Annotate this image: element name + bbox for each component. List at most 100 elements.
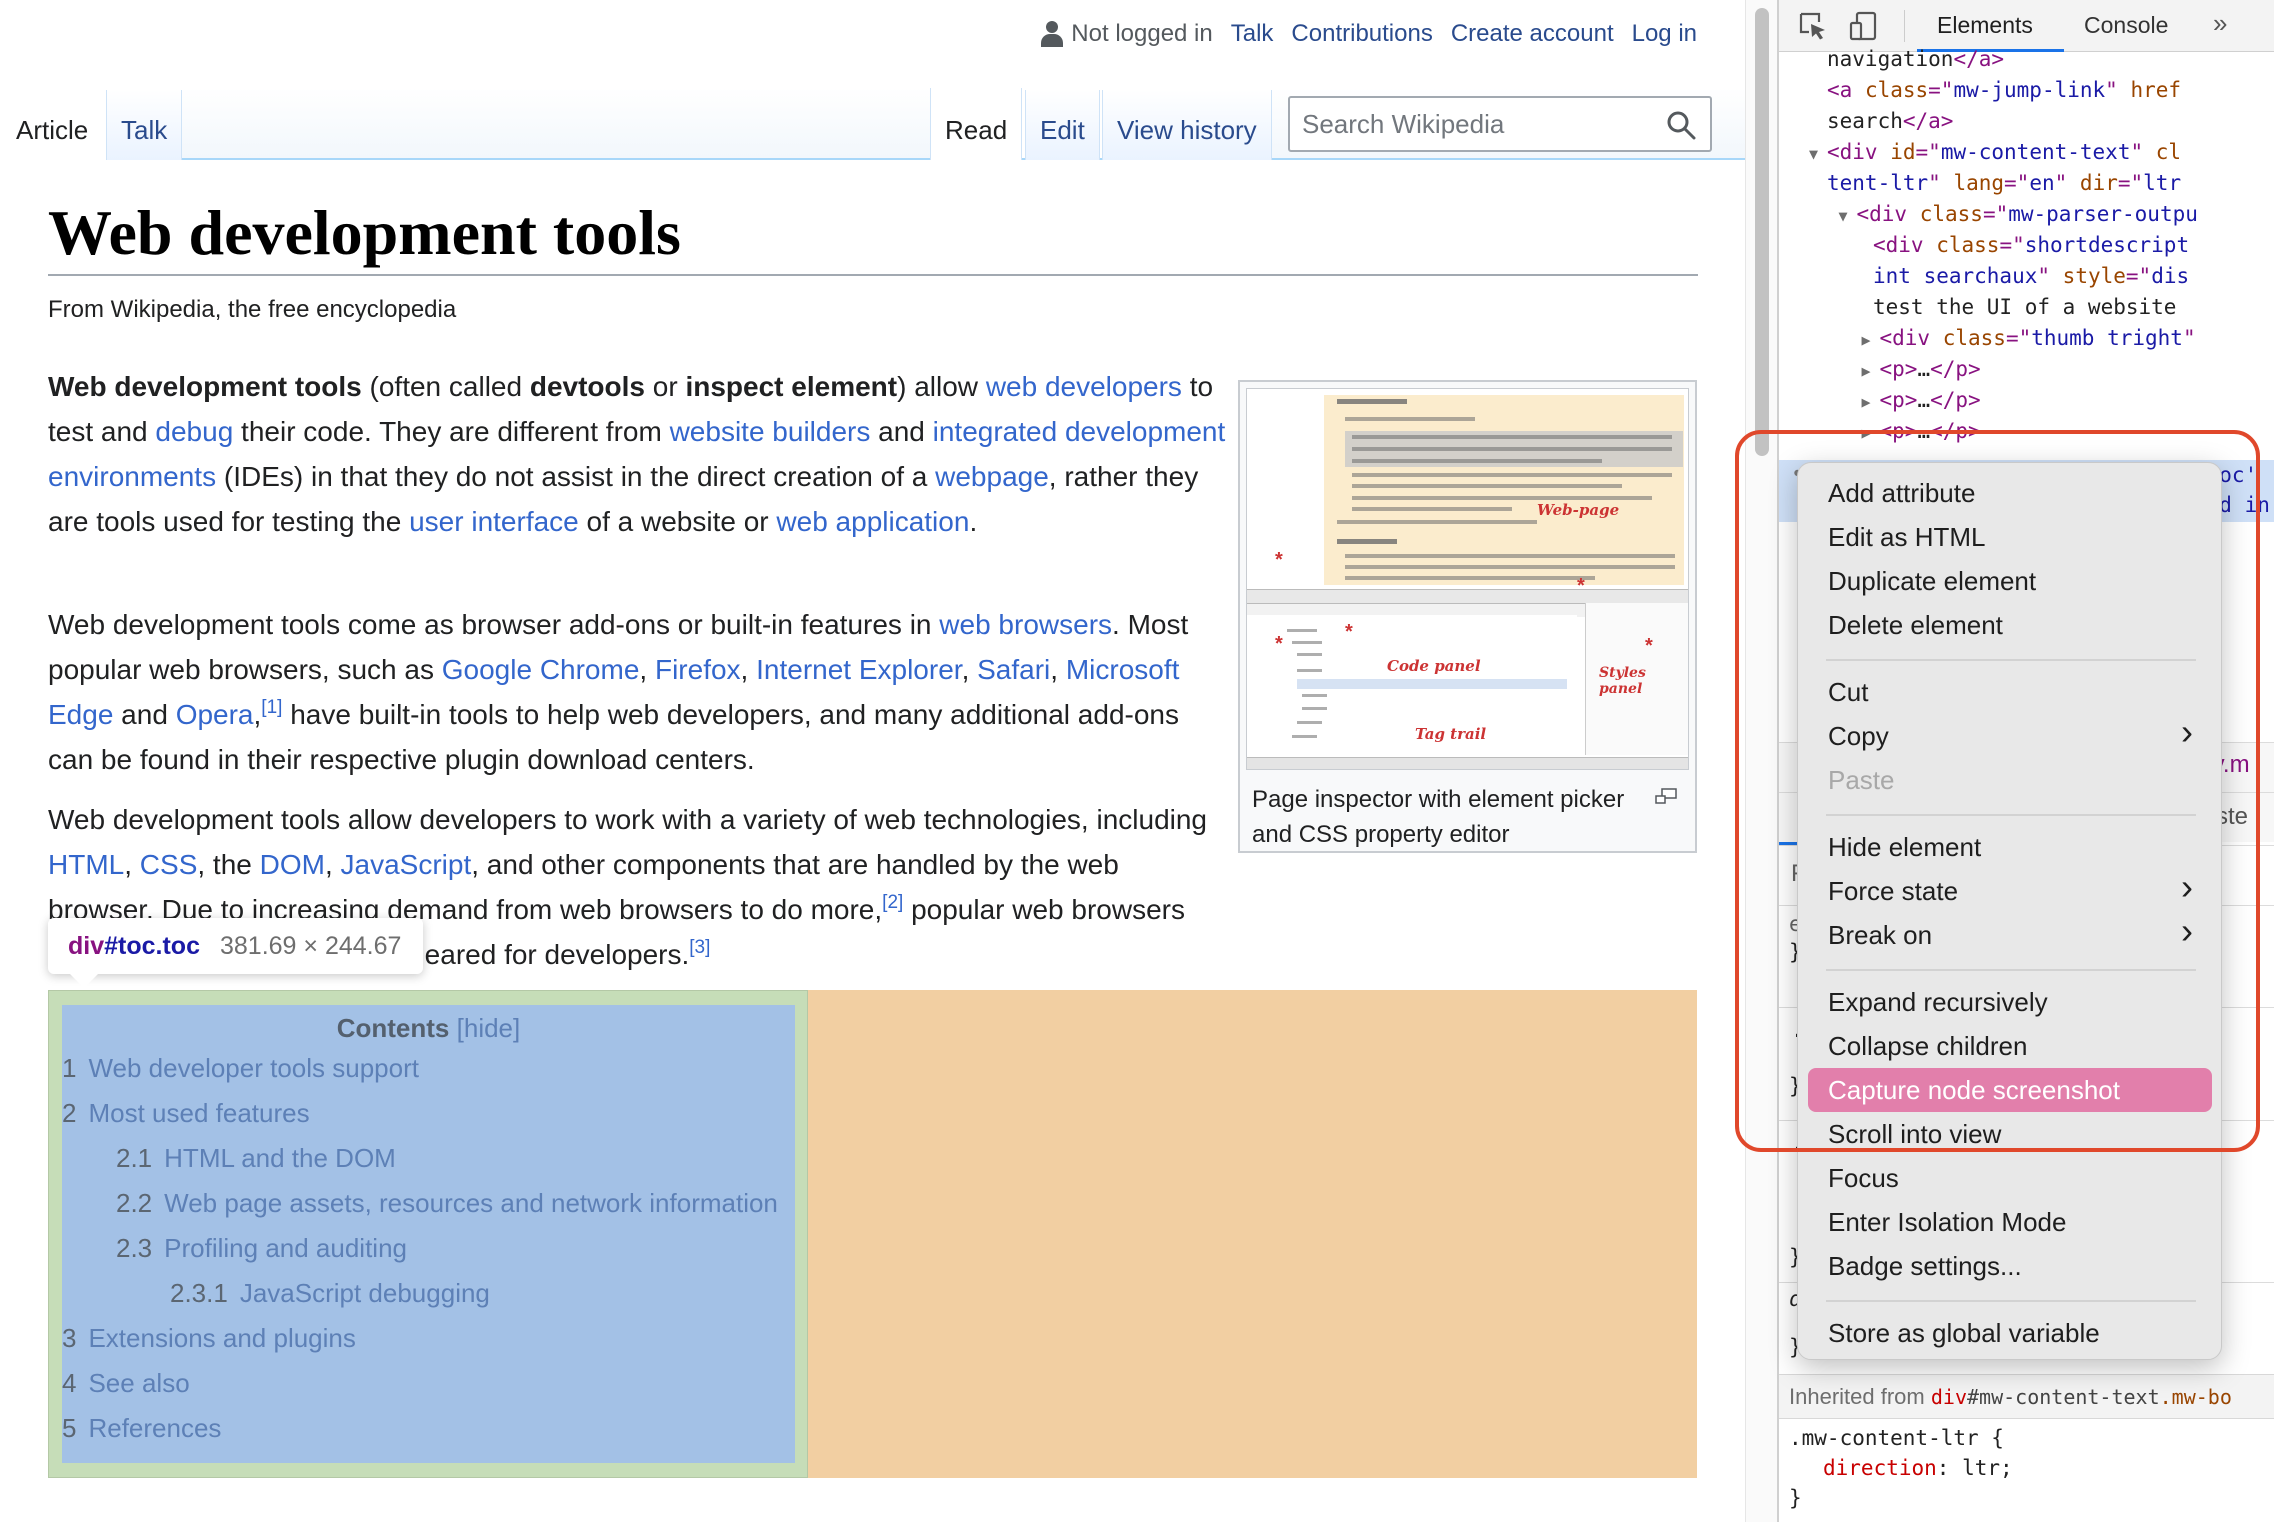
tab-article[interactable]: Article [2, 90, 102, 160]
article-link[interactable]: website builders [670, 416, 871, 447]
tab-view-history[interactable]: View history [1102, 90, 1272, 160]
dom-node-line[interactable]: ▶ <p>…</p> [1862, 385, 1981, 417]
menu-item-store-as-global-variable[interactable]: Store as global variable [1798, 1311, 2221, 1355]
inherited-from-header: Inherited from div#mw-content-text.mw-bo [1779, 1374, 2274, 1419]
toc-item[interactable]: 2.1 HTML and the DOM [116, 1143, 396, 1174]
menu-item-label: Scroll into view [1828, 1119, 2002, 1149]
expand-triangle-open-icon[interactable]: ▼ [1839, 201, 1857, 231]
article-link[interactable]: user interface [409, 506, 579, 537]
thumb-code-line [1297, 653, 1322, 656]
dom-node-line[interactable]: ▼ <div class="mw-parser-outpu [1839, 199, 2198, 231]
menu-item-edit-as-html[interactable]: Edit as HTML [1798, 515, 2221, 559]
expand-triangle-closed-icon[interactable]: ▶ [1862, 387, 1880, 417]
expand-triangle-closed-icon[interactable]: ▶ [1862, 325, 1880, 355]
devtools-tab-console[interactable]: Console [2084, 12, 2168, 39]
menu-item-duplicate-element[interactable]: Duplicate element [1798, 559, 2221, 603]
toc-item[interactable]: 2.3 Profiling and auditing [116, 1233, 407, 1264]
search-input[interactable] [1302, 108, 1662, 140]
dom-node-line[interactable]: test the UI of a website [1873, 292, 2176, 322]
menu-item-collapse-children[interactable]: Collapse children [1798, 1024, 2221, 1068]
menu-item-focus[interactable]: Focus [1798, 1156, 2221, 1200]
css-rule-mw-content-ltr: .mw-content-ltr { direction: ltr; } [1779, 1420, 2274, 1522]
toc-item[interactable]: 3 Extensions and plugins [62, 1323, 356, 1354]
article-link[interactable]: Internet Explorer [756, 654, 961, 685]
dom-node-line[interactable]: search</a> [1827, 106, 1953, 136]
article-link[interactable]: debug [155, 416, 233, 447]
citation-link[interactable]: [3] [689, 937, 710, 958]
device-toolbar-icon[interactable] [1847, 10, 1879, 42]
page-scrollbar[interactable] [1745, 0, 1777, 1522]
menu-item-break-on[interactable]: Break on › [1798, 910, 2221, 957]
dom-node-line[interactable]: tent-ltr" lang="en" dir="ltr [1827, 168, 2181, 198]
element-picker-icon[interactable] [1797, 10, 1829, 42]
menu-item-hide-element[interactable]: Hide element [1798, 825, 2221, 869]
article-link[interactable]: Opera [176, 699, 254, 730]
dom-node-line[interactable]: ▼ <div id="mw-content-text" cl [1809, 137, 2181, 169]
expand-triangle-open-icon[interactable]: ▼ [1809, 139, 1827, 169]
menu-item-cut[interactable]: Cut [1798, 670, 2221, 714]
article-link[interactable]: JavaScript [341, 849, 472, 880]
personal-link-contributions[interactable]: Contributions [1291, 20, 1432, 48]
article-link[interactable]: Google Chrome [442, 654, 640, 685]
dom-node-line[interactable]: navigation</a> [1827, 44, 2004, 74]
toc-item[interactable]: 4 See also [62, 1368, 190, 1399]
devtools-tab-elements[interactable]: Elements [1937, 12, 2033, 39]
page-scrollbar-thumb[interactable] [1755, 8, 1769, 456]
personal-link-create-account[interactable]: Create account [1451, 20, 1614, 48]
toc-item[interactable]: 2.3.1 JavaScript debugging [170, 1278, 490, 1309]
enlarge-icon[interactable] [1655, 788, 1677, 804]
expand-triangle-closed-icon[interactable]: ▶ [1862, 418, 1880, 448]
thumbnail-image[interactable]: Web-page Code panel Styles panel Tag tra… [1246, 388, 1689, 770]
article-link[interactable]: Safari [977, 654, 1050, 685]
dom-node-line[interactable]: ▶ <p>…</p> [1862, 354, 1981, 386]
personal-link-talk[interactable]: Talk [1231, 20, 1274, 48]
text-run: their code. They are different from [233, 416, 670, 447]
menu-item-capture-node-screenshot[interactable]: Capture node screenshot [1808, 1068, 2212, 1112]
menu-item-delete-element[interactable]: Delete element [1798, 603, 2221, 647]
inherited-id[interactable]: #mw-content-text [1967, 1385, 2160, 1409]
tab-edit[interactable]: Edit [1025, 90, 1100, 160]
citation-link[interactable]: [2] [882, 892, 903, 913]
dom-token: =" [1928, 78, 1954, 102]
toc-item[interactable]: 1 Web developer tools support [62, 1053, 419, 1084]
thumb-text-line [1345, 576, 1595, 580]
dom-node-line[interactable]: int searchaux" style="dis [1873, 261, 2189, 291]
menu-item-force-state[interactable]: Force state › [1798, 866, 2221, 913]
menu-item-add-attribute[interactable]: Add attribute [1798, 471, 2221, 515]
citation-link[interactable]: [1] [261, 697, 282, 718]
inherited-tag[interactable]: div [1931, 1385, 1967, 1409]
article-link[interactable]: Firefox [655, 654, 741, 685]
css-declaration[interactable]: direction: ltr; [1823, 1456, 2013, 1480]
toc-item-number: 2.3.1 [170, 1278, 228, 1308]
toc-hide-toggle[interactable]: [hide] [457, 1013, 521, 1043]
article-link[interactable]: HTML [48, 849, 124, 880]
inherited-class[interactable]: .mw-bo [2160, 1385, 2232, 1409]
dom-node-line[interactable]: <a class="mw-jump-link" href [1827, 75, 2181, 105]
tab-talk[interactable]: Talk [106, 90, 183, 160]
article-link[interactable]: webpage [935, 461, 1049, 492]
article-link[interactable]: web application [776, 506, 969, 537]
article-link[interactable]: web browsers [939, 609, 1112, 640]
toc-item-label: Extensions and plugins [88, 1323, 356, 1353]
menu-item-enter-isolation-mode[interactable]: Enter Isolation Mode [1798, 1200, 2221, 1244]
menu-item-label: Delete element [1828, 610, 2003, 640]
menu-item-badge-settings[interactable]: Badge settings... [1798, 1244, 2221, 1288]
toc-item-number: 4 [62, 1368, 77, 1398]
search-icon[interactable] [1666, 110, 1696, 140]
toc-item[interactable]: 2 Most used features [62, 1098, 310, 1129]
dom-node-line[interactable]: <div class="shortdescript [1873, 230, 2189, 260]
dom-node-line[interactable]: ▶ <div class="thumb tright" [1862, 323, 2196, 355]
article-link[interactable]: web developers [986, 371, 1182, 402]
personal-link-log-in[interactable]: Log in [1632, 20, 1697, 48]
dom-node-line[interactable]: ▶ <p>…</p> [1862, 416, 1981, 448]
toc-item[interactable]: 5 References [62, 1413, 221, 1444]
expand-triangle-closed-icon[interactable]: ▶ [1862, 356, 1880, 386]
more-tabs-icon[interactable]: » [2213, 8, 2227, 39]
menu-item-expand-recursively[interactable]: Expand recursively [1798, 980, 2221, 1024]
menu-item-copy[interactable]: Copy › [1798, 711, 2221, 758]
menu-item-scroll-into-view[interactable]: Scroll into view [1798, 1112, 2221, 1156]
article-link[interactable]: DOM [260, 849, 325, 880]
toc-item[interactable]: 2.2 Web page assets, resources and networ… [116, 1188, 778, 1219]
tab-read[interactable]: Read [930, 88, 1023, 160]
article-link[interactable]: CSS [140, 849, 198, 880]
